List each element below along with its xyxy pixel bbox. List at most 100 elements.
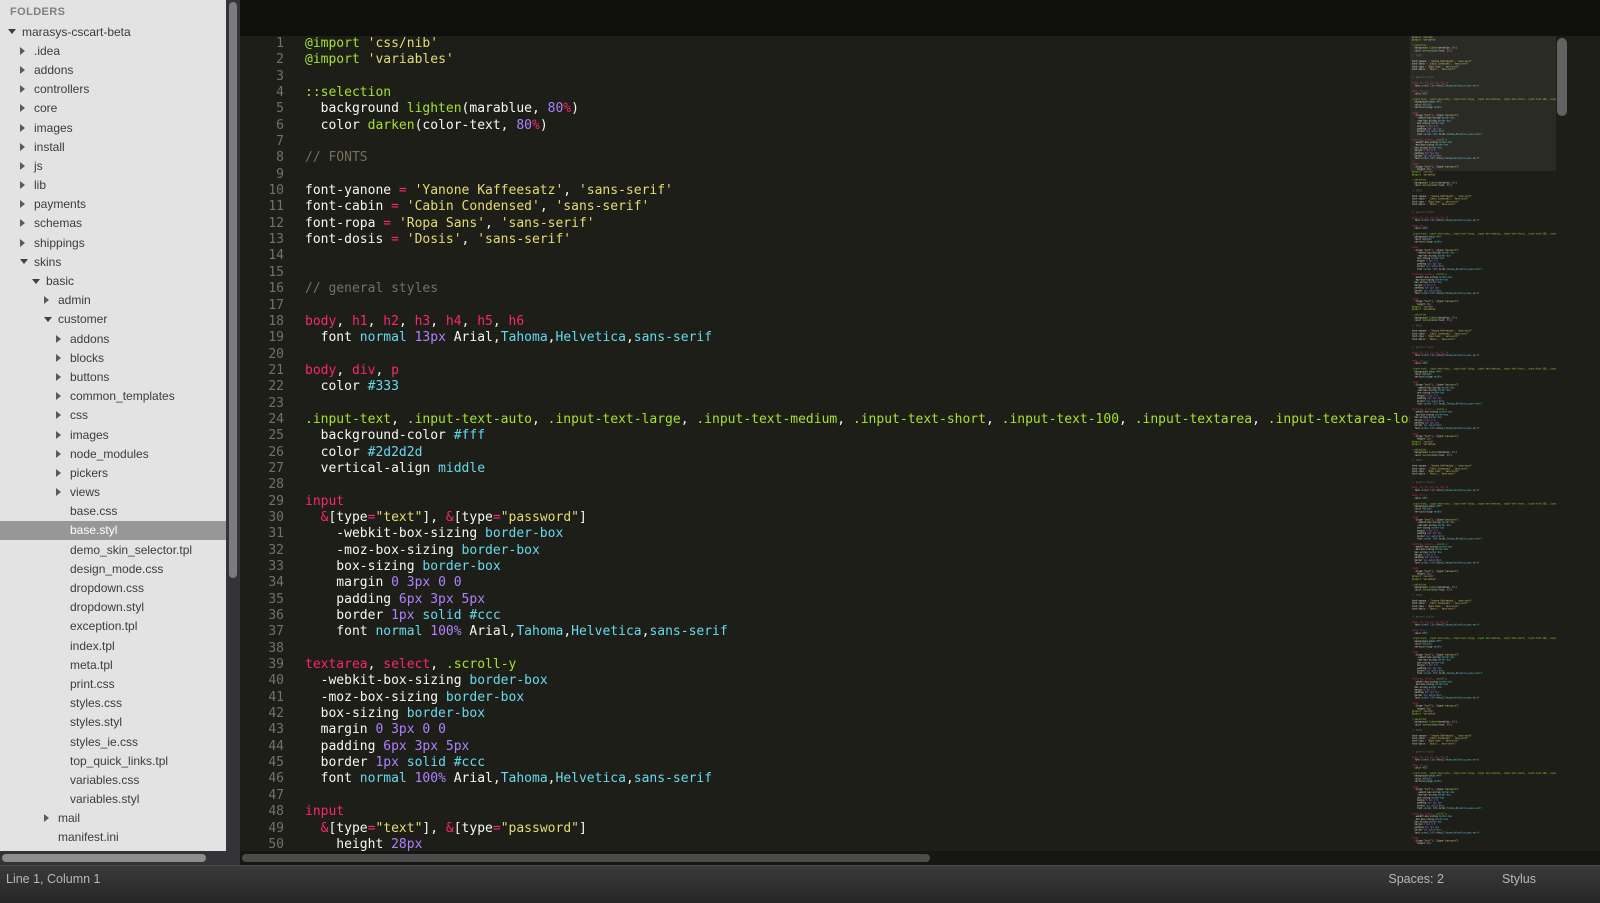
collapsed-arrow-icon[interactable] bbox=[56, 488, 70, 496]
tree-item-images[interactable]: images bbox=[0, 425, 226, 444]
tree-item-skins[interactable]: skins bbox=[0, 252, 226, 271]
tree-item-addons[interactable]: addons bbox=[0, 60, 226, 79]
tree-item-images[interactable]: images bbox=[0, 118, 226, 137]
editor-vertical-scrollbar-thumb[interactable] bbox=[1557, 38, 1567, 116]
code-line: input bbox=[305, 804, 345, 820]
tree-item-styles-css[interactable]: styles.css bbox=[0, 694, 226, 713]
sidebar-vertical-scrollbar-thumb[interactable] bbox=[229, 2, 237, 578]
collapsed-arrow-icon[interactable] bbox=[20, 181, 34, 189]
collapsed-arrow-icon[interactable] bbox=[56, 335, 70, 343]
tree-item-node-modules[interactable]: node_modules bbox=[0, 444, 226, 463]
collapsed-arrow-icon[interactable] bbox=[56, 431, 70, 439]
tree-item-design-mode-css[interactable]: design_mode.css bbox=[0, 559, 226, 578]
minimap[interactable]: @import 'css/nib' @import 'variables' ::s… bbox=[1410, 36, 1556, 851]
code-area[interactable]: @import 'css/nib' @import 'variables' ::s… bbox=[305, 36, 1410, 851]
collapsed-arrow-icon[interactable] bbox=[56, 373, 70, 381]
tree-item-base-css[interactable]: base.css bbox=[0, 502, 226, 521]
tree-item-core[interactable]: core bbox=[0, 99, 226, 118]
line-number: 41 bbox=[268, 689, 284, 705]
tree-item-manifest-ini[interactable]: manifest.ini bbox=[0, 828, 226, 847]
line-number: 47 bbox=[268, 787, 284, 803]
collapsed-arrow-icon[interactable] bbox=[56, 469, 70, 477]
tree-item-styles-ie-css[interactable]: styles_ie.css bbox=[0, 732, 226, 751]
tree-item-index-tpl[interactable]: index.tpl bbox=[0, 636, 226, 655]
folders-header: FOLDERS bbox=[10, 6, 66, 18]
collapsed-arrow-icon[interactable] bbox=[56, 411, 70, 419]
tree-item-admin[interactable]: admin bbox=[0, 291, 226, 310]
tree-item-views[interactable]: views bbox=[0, 483, 226, 502]
line-number: 40 bbox=[268, 673, 284, 689]
tree-item-print-css[interactable]: print.css bbox=[0, 674, 226, 693]
collapsed-arrow-icon[interactable] bbox=[56, 450, 70, 458]
tree-item-controllers[interactable]: controllers bbox=[0, 80, 226, 99]
expanded-arrow-icon[interactable] bbox=[32, 279, 46, 284]
collapsed-arrow-icon[interactable] bbox=[20, 104, 34, 112]
tree-item-install[interactable]: install bbox=[0, 137, 226, 156]
tree-item-schemas[interactable]: schemas bbox=[0, 214, 226, 233]
code-line: -moz-box-sizing border-box bbox=[305, 689, 525, 705]
code-line: font-yanone = 'Yanone Kaffeesatz', 'sans… bbox=[305, 183, 673, 199]
collapsed-arrow-icon[interactable] bbox=[20, 219, 34, 227]
code-line: // general styles bbox=[305, 281, 439, 297]
collapsed-arrow-icon[interactable] bbox=[20, 239, 34, 247]
collapsed-arrow-icon[interactable] bbox=[44, 296, 58, 304]
sidebar-horizontal-scrollbar-thumb[interactable] bbox=[2, 854, 206, 862]
tree-item-dropdown-css[interactable]: dropdown.css bbox=[0, 578, 226, 597]
editor-horizontal-scrollbar-thumb[interactable] bbox=[242, 854, 930, 862]
collapsed-arrow-icon[interactable] bbox=[56, 354, 70, 362]
collapsed-arrow-icon[interactable] bbox=[20, 66, 34, 74]
collapsed-arrow-icon[interactable] bbox=[20, 162, 34, 170]
collapsed-arrow-icon[interactable] bbox=[20, 85, 34, 93]
minimap-viewport-indicator[interactable] bbox=[1410, 36, 1556, 171]
tree-item-shippings[interactable]: shippings bbox=[0, 233, 226, 252]
tree-item-label: basic bbox=[46, 274, 75, 289]
tree-item-customer[interactable]: customer bbox=[0, 310, 226, 329]
tree-item-marasys-cscart-beta[interactable]: marasys-cscart-beta bbox=[0, 22, 226, 41]
sidebar-horizontal-scrollbar[interactable] bbox=[0, 851, 240, 865]
tree-item-addons[interactable]: addons bbox=[0, 329, 226, 348]
collapsed-arrow-icon[interactable] bbox=[20, 124, 34, 132]
tree-item-idea[interactable]: .idea bbox=[0, 41, 226, 60]
line-number: 33 bbox=[268, 559, 284, 574]
tree-item-css[interactable]: css bbox=[0, 406, 226, 425]
collapsed-arrow-icon[interactable] bbox=[20, 47, 34, 55]
tree-item-dropdown-styl[interactable]: dropdown.styl bbox=[0, 598, 226, 617]
editor-vertical-scrollbar[interactable] bbox=[1554, 0, 1570, 851]
tree-item-label: addons bbox=[34, 62, 74, 77]
collapsed-arrow-icon[interactable] bbox=[44, 814, 58, 822]
tree-item-payments[interactable]: payments bbox=[0, 195, 226, 214]
tree-item-pickers[interactable]: pickers bbox=[0, 463, 226, 482]
status-indent-setting[interactable]: Spaces: 2 bbox=[1388, 872, 1444, 886]
status-syntax-selector[interactable]: Stylus bbox=[1502, 872, 1536, 886]
tree-item-base-styl[interactable]: base.styl bbox=[0, 520, 226, 541]
tree-item-basic[interactable]: basic bbox=[0, 271, 226, 290]
tree-item-variables-styl[interactable]: variables.styl bbox=[0, 790, 226, 809]
tree-item-demo-skin-selector-tpl[interactable]: demo_skin_selector.tpl bbox=[0, 540, 226, 559]
tree-item-mail[interactable]: mail bbox=[0, 809, 226, 828]
collapsed-arrow-icon[interactable] bbox=[56, 392, 70, 400]
tree-item-lib[interactable]: lib bbox=[0, 176, 226, 195]
tree-item-buttons[interactable]: buttons bbox=[0, 367, 226, 386]
line-number: 11 bbox=[268, 199, 284, 215]
collapsed-arrow-icon[interactable] bbox=[20, 143, 34, 151]
expanded-arrow-icon[interactable] bbox=[20, 259, 34, 264]
line-number: 19 bbox=[268, 330, 284, 346]
line-number: 34 bbox=[268, 575, 284, 591]
tree-item-label: styles.css bbox=[70, 696, 123, 711]
tree-item-common-templates[interactable]: common_templates bbox=[0, 387, 226, 406]
tree-item-label: base.css bbox=[70, 504, 118, 519]
tree-item-top-quick-links-tpl[interactable]: top_quick_links.tpl bbox=[0, 751, 226, 770]
collapsed-arrow-icon[interactable] bbox=[20, 200, 34, 208]
sidebar-vertical-scrollbar[interactable] bbox=[226, 0, 240, 851]
expanded-arrow-icon[interactable] bbox=[44, 317, 58, 322]
tree-item-exception-tpl[interactable]: exception.tpl bbox=[0, 617, 226, 636]
tree-item-label: dropdown.css bbox=[70, 581, 145, 596]
expanded-arrow-icon[interactable] bbox=[8, 29, 22, 34]
tree-item-blocks[interactable]: blocks bbox=[0, 348, 226, 367]
tree-item-styles-styl[interactable]: styles.styl bbox=[0, 713, 226, 732]
tree-item-meta-tpl[interactable]: meta.tpl bbox=[0, 655, 226, 674]
tree-item-variables-css[interactable]: variables.css bbox=[0, 770, 226, 789]
tree-item-js[interactable]: js bbox=[0, 156, 226, 175]
editor-horizontal-scrollbar[interactable] bbox=[240, 851, 1600, 865]
